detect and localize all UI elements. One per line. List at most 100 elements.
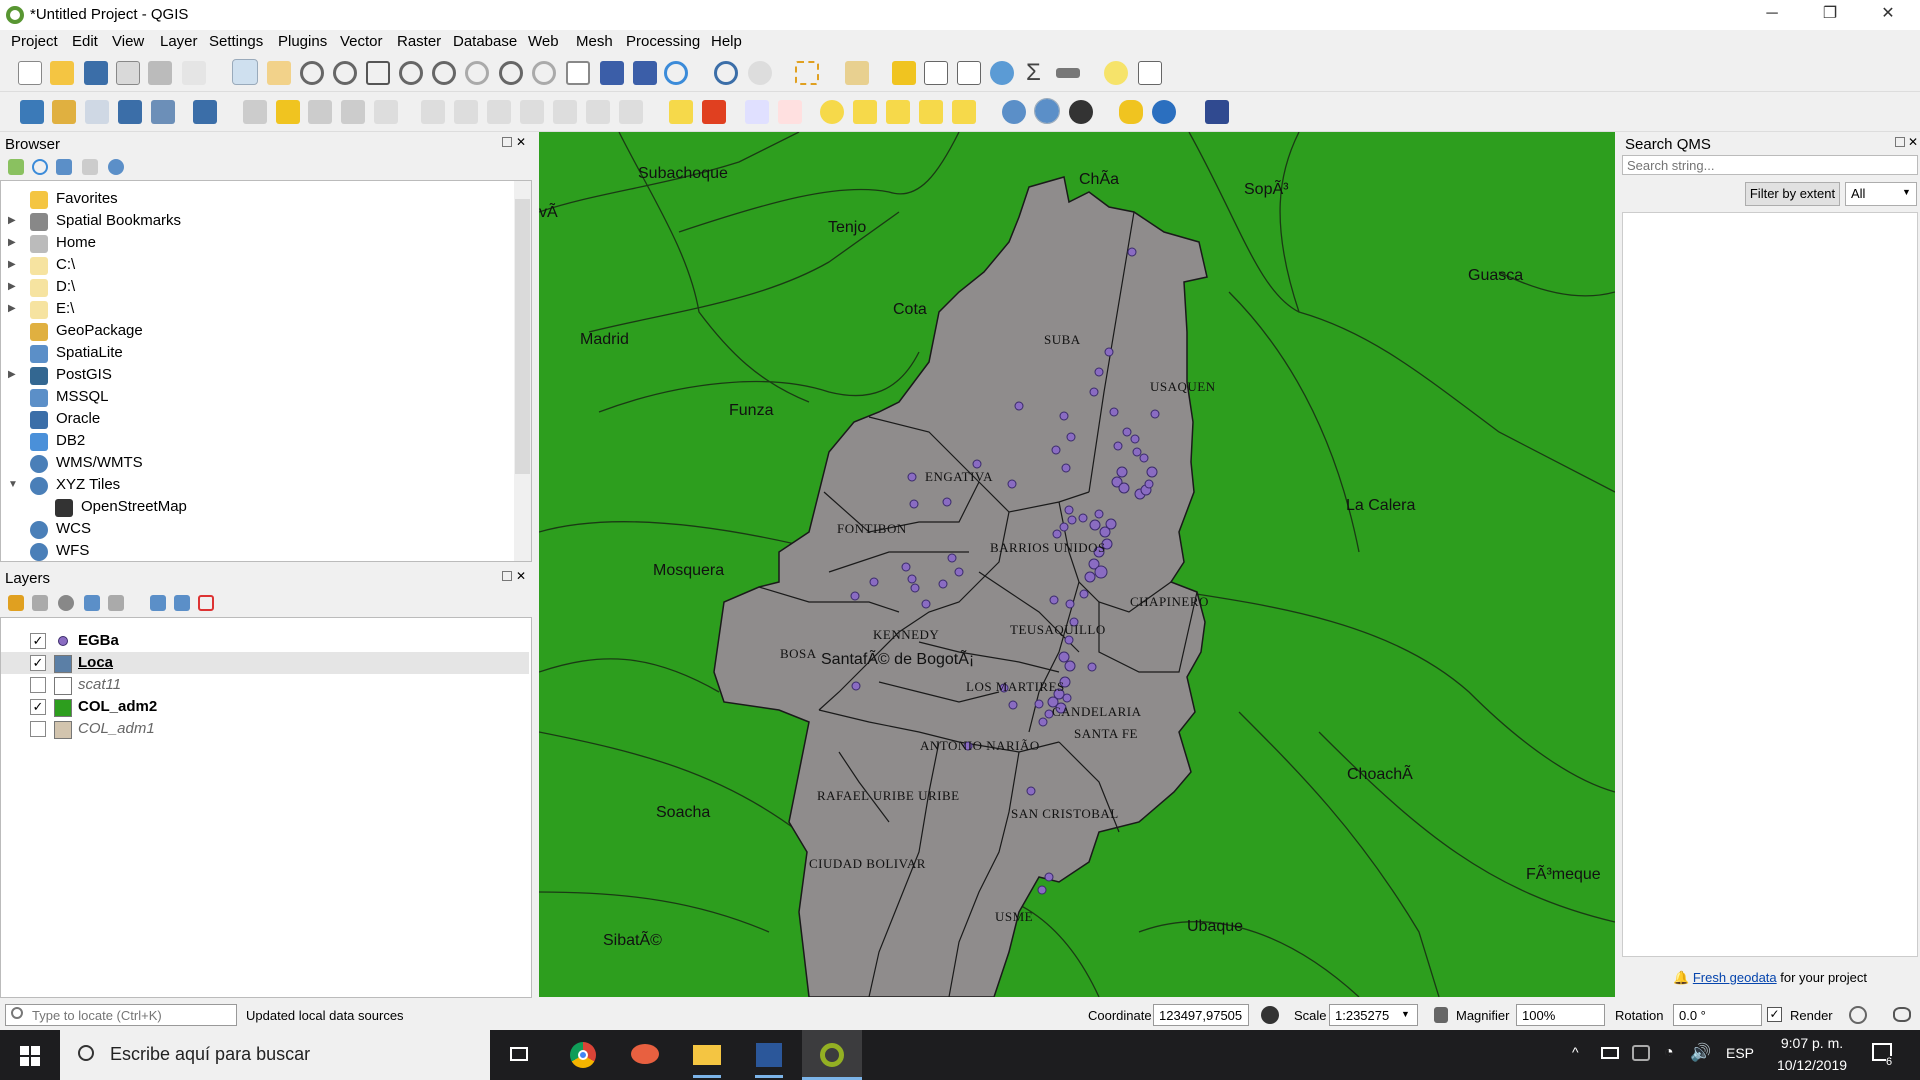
measure-icon[interactable]	[1056, 68, 1080, 78]
snipping-tool-icon[interactable]	[615, 1030, 675, 1080]
locator-input[interactable]	[5, 1004, 237, 1026]
new-geopackage-layer-icon[interactable]	[52, 100, 76, 124]
qms-filter-select[interactable]: All ▼	[1845, 182, 1917, 206]
qms-services-icon[interactable]	[1069, 100, 1093, 124]
remove-layer-icon[interactable]	[198, 595, 214, 611]
menu-layer[interactable]: Layer	[160, 33, 198, 50]
qms-search-input[interactable]	[1622, 155, 1918, 175]
toolbox-gear-icon[interactable]	[990, 61, 1014, 85]
collapse-all-icon[interactable]	[82, 159, 98, 175]
filter-legend-icon[interactable]	[84, 595, 100, 611]
layer-styling-icon[interactable]	[8, 595, 24, 611]
menu-web[interactable]: Web	[528, 33, 559, 50]
move-label-icon[interactable]	[853, 100, 877, 124]
taskbar-search-box[interactable]: Escribe aquí para buscar	[60, 1030, 490, 1080]
text-annotation-icon[interactable]	[1138, 61, 1162, 85]
redo-icon[interactable]	[619, 100, 643, 124]
magnifier-field[interactable]: 100%	[1516, 1004, 1605, 1026]
label-properties-icon[interactable]	[952, 100, 976, 124]
diagram-icon[interactable]	[702, 100, 726, 124]
filter-by-extent-button[interactable]: Filter by extent	[1745, 182, 1840, 206]
select-by-value-icon[interactable]	[845, 61, 869, 85]
new-bookmark-icon[interactable]	[600, 61, 624, 85]
vertex-tool-icon[interactable]	[374, 100, 398, 124]
add-vector-layer-icon[interactable]	[85, 100, 109, 124]
statistical-summary-icon[interactable]	[957, 61, 981, 85]
new-print-layout-icon[interactable]	[116, 61, 140, 85]
file-explorer-icon[interactable]	[677, 1030, 737, 1080]
map-canvas[interactable]: Subachoque ChÃ­a SopÃ³ vÃ­ Tenjo Guasca …	[539, 132, 1615, 997]
windows-start-icon[interactable]	[20, 1046, 40, 1066]
qms-search-icon[interactable]	[1002, 100, 1026, 124]
sigma-icon[interactable]: Σ	[1026, 59, 1041, 87]
messages-icon[interactable]	[1893, 1007, 1911, 1022]
battery-icon[interactable]	[1601, 1047, 1619, 1059]
wifi-icon[interactable]: ◔	[1664, 1044, 1674, 1062]
zoom-next-icon[interactable]	[532, 61, 556, 85]
highlight-labels-icon[interactable]	[778, 100, 802, 124]
render-checkbox[interactable]: ✓	[1767, 1007, 1782, 1022]
data-source-manager-icon[interactable]	[20, 100, 44, 124]
new-project-icon[interactable]	[18, 61, 42, 85]
add-selected-layers-icon[interactable]	[8, 159, 24, 175]
chevron-down-icon[interactable]: ▼	[1401, 1009, 1410, 1019]
digitize-icon[interactable]	[118, 100, 142, 124]
map-svg[interactable]: Subachoque ChÃ­a SopÃ³ vÃ­ Tenjo Guasca …	[539, 132, 1615, 997]
task-view-icon[interactable]	[490, 1030, 550, 1080]
zoom-to-layer-icon[interactable]	[432, 61, 456, 85]
menu-database[interactable]: Database	[453, 33, 517, 50]
float-panel-icon[interactable]	[502, 137, 512, 147]
collapse-all-icon[interactable]	[174, 595, 190, 611]
layer-visibility-checkbox[interactable]	[30, 721, 46, 737]
qms-panel-icon[interactable]	[1034, 98, 1060, 124]
close-button[interactable]: ✕	[1859, 0, 1917, 30]
layer-visibility-checkbox[interactable]: ✓	[30, 633, 46, 649]
chevron-right-icon[interactable]: ▶	[8, 369, 16, 380]
zoom-in-icon[interactable]	[300, 61, 324, 85]
language-indicator[interactable]: ESP	[1726, 1045, 1754, 1061]
layer-item[interactable]: COL_adm1	[1, 718, 529, 740]
layer-visibility-checkbox[interactable]: ✓	[30, 699, 46, 715]
menu-vector[interactable]: Vector	[340, 33, 383, 50]
map-tips-icon[interactable]	[1104, 61, 1128, 85]
chevron-right-icon[interactable]: ▶	[8, 303, 16, 314]
add-feature-icon[interactable]	[341, 100, 365, 124]
deselect-all-icon[interactable]	[892, 61, 916, 85]
save-edits-icon[interactable]	[308, 100, 332, 124]
save-project-icon[interactable]	[84, 61, 108, 85]
menu-settings[interactable]: Settings	[209, 33, 263, 50]
undo-icon[interactable]	[586, 100, 610, 124]
clock-time[interactable]: 9:07 p. m.	[1775, 1035, 1849, 1051]
rotate-label-icon[interactable]	[886, 100, 910, 124]
chevron-right-icon[interactable]: ▶	[8, 259, 16, 270]
menu-view[interactable]: View	[112, 33, 144, 50]
fresh-geodata-link[interactable]: Fresh geodata	[1693, 970, 1777, 985]
actions-icon[interactable]	[748, 61, 772, 85]
toggle-extents-icon[interactable]	[1261, 1006, 1279, 1024]
manage-visibility-icon[interactable]	[58, 595, 74, 611]
menu-processing[interactable]: Processing	[626, 33, 700, 50]
cut-icon[interactable]	[487, 100, 511, 124]
python-console-icon[interactable]	[1119, 100, 1143, 124]
layer-item[interactable]: ✓ Loca	[1, 652, 529, 674]
close-panel-icon[interactable]: ✕	[516, 569, 526, 583]
float-panel-icon[interactable]	[502, 571, 512, 581]
layout-manager-icon[interactable]	[148, 61, 172, 85]
style-manager-icon[interactable]	[182, 61, 206, 85]
chevron-down-icon[interactable]: ▼	[8, 479, 18, 490]
filter-icon[interactable]	[56, 159, 72, 175]
qms-results-list[interactable]	[1622, 212, 1918, 957]
menu-plugins[interactable]: Plugins	[278, 33, 327, 50]
layer-item[interactable]: ✓ EGBa	[1, 630, 529, 652]
browser-scrollbar[interactable]	[514, 181, 531, 561]
toggle-editing-icon[interactable]	[276, 100, 300, 124]
attribute-table-icon[interactable]	[924, 61, 948, 85]
paste-icon[interactable]	[553, 100, 577, 124]
menu-edit[interactable]: Edit	[72, 33, 98, 50]
menu-help[interactable]: Help	[711, 33, 742, 50]
clock-date[interactable]: 10/12/2019	[1770, 1057, 1854, 1073]
chrome-icon[interactable]	[553, 1030, 613, 1080]
pan-map-icon[interactable]	[232, 59, 258, 85]
select-features-icon[interactable]	[795, 61, 819, 85]
chevron-up-icon[interactable]: ^	[1572, 1044, 1579, 1060]
